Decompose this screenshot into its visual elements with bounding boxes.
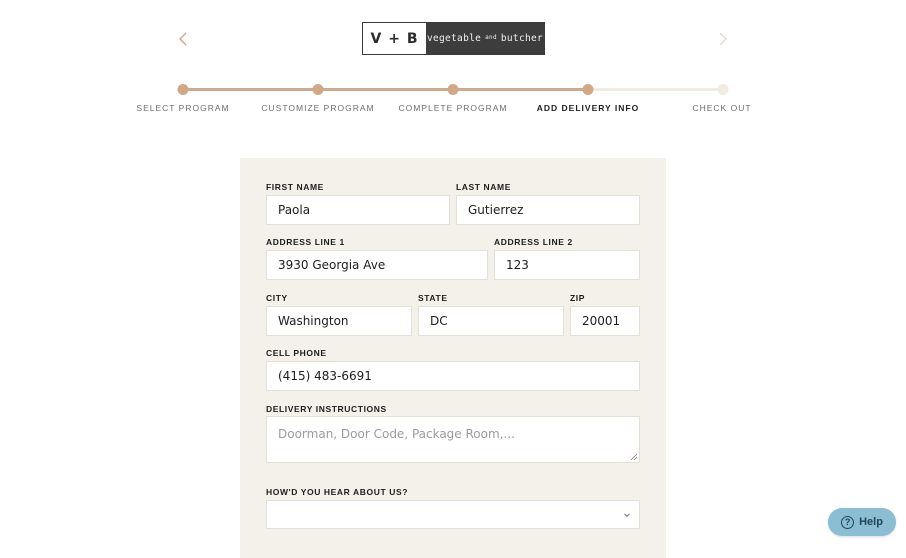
- resize-grip-icon[interactable]: [630, 453, 637, 460]
- first-name-label: FIRST NAME: [266, 182, 324, 192]
- question-circle-icon: ?: [841, 515, 855, 529]
- chevron-down-icon: [624, 513, 630, 518]
- address-line-2-label: ADDRESS LINE 2: [494, 237, 573, 247]
- help-button[interactable]: ? Help: [828, 508, 896, 536]
- step-label-customize-program[interactable]: CUSTOMIZE PROGRAM: [261, 103, 374, 113]
- brand-name-amp: and: [485, 34, 497, 41]
- cell-phone-field[interactable]: (415) 483-6691: [266, 361, 640, 391]
- address-line-1-field[interactable]: 3930 Georgia Ave: [266, 250, 488, 280]
- chevron-left-icon[interactable]: [175, 30, 193, 48]
- state-label: STATE: [418, 293, 448, 303]
- progress-track-complete: [183, 88, 588, 91]
- address-line-2-field[interactable]: 123: [494, 250, 640, 280]
- step-label-complete-program[interactable]: COMPLETE PROGRAM: [398, 103, 507, 113]
- brand-name: vegetable and butcher: [426, 23, 544, 54]
- last-name-field[interactable]: Gutierrez: [456, 195, 640, 225]
- step-label-add-delivery-info: ADD DELIVERY INFO: [536, 103, 640, 113]
- referral-source-select[interactable]: [266, 500, 640, 529]
- step-label-check-out: CHECK OUT: [692, 103, 752, 113]
- brand-name-left: vegetable: [426, 33, 482, 44]
- delivery-instructions-field[interactable]: Doorman, Door Code, Package Room,...: [266, 416, 640, 463]
- brand-name-right: butcher: [500, 33, 544, 44]
- progress-track-remaining: [588, 88, 723, 91]
- brand-logo[interactable]: V + B vegetable and butcher: [362, 22, 545, 55]
- brand-mark: V + B: [363, 23, 426, 54]
- delivery-form: FIRST NAME Paola LAST NAME Gutierrez ADD…: [240, 158, 666, 558]
- step-dot-check-out: [717, 84, 729, 95]
- city-label: CITY: [266, 293, 288, 303]
- help-label: Help: [859, 516, 883, 528]
- step-dot-complete-program[interactable]: [447, 84, 459, 95]
- zip-field[interactable]: 20001: [570, 306, 640, 336]
- chevron-right-icon[interactable]: [713, 30, 731, 48]
- first-name-field[interactable]: Paola: [266, 195, 450, 225]
- step-label-select-program[interactable]: SELECT PROGRAM: [136, 103, 229, 113]
- referral-source-label: HOW'D YOU HEAR ABOUT US?: [266, 487, 409, 497]
- zip-label: ZIP: [570, 293, 586, 303]
- delivery-instructions-label: DELIVERY INSTRUCTIONS: [266, 404, 387, 414]
- address-line-1-label: ADDRESS LINE 1: [266, 237, 345, 247]
- last-name-label: LAST NAME: [456, 182, 511, 192]
- cell-phone-label: CELL PHONE: [266, 348, 327, 358]
- delivery-instructions-placeholder: Doorman, Door Code, Package Room,...: [278, 427, 515, 441]
- state-field[interactable]: DC: [418, 306, 564, 336]
- step-dot-select-program[interactable]: [177, 84, 189, 95]
- step-dot-customize-program[interactable]: [312, 84, 324, 95]
- city-field[interactable]: Washington: [266, 306, 412, 336]
- step-dot-add-delivery-info[interactable]: [582, 84, 594, 95]
